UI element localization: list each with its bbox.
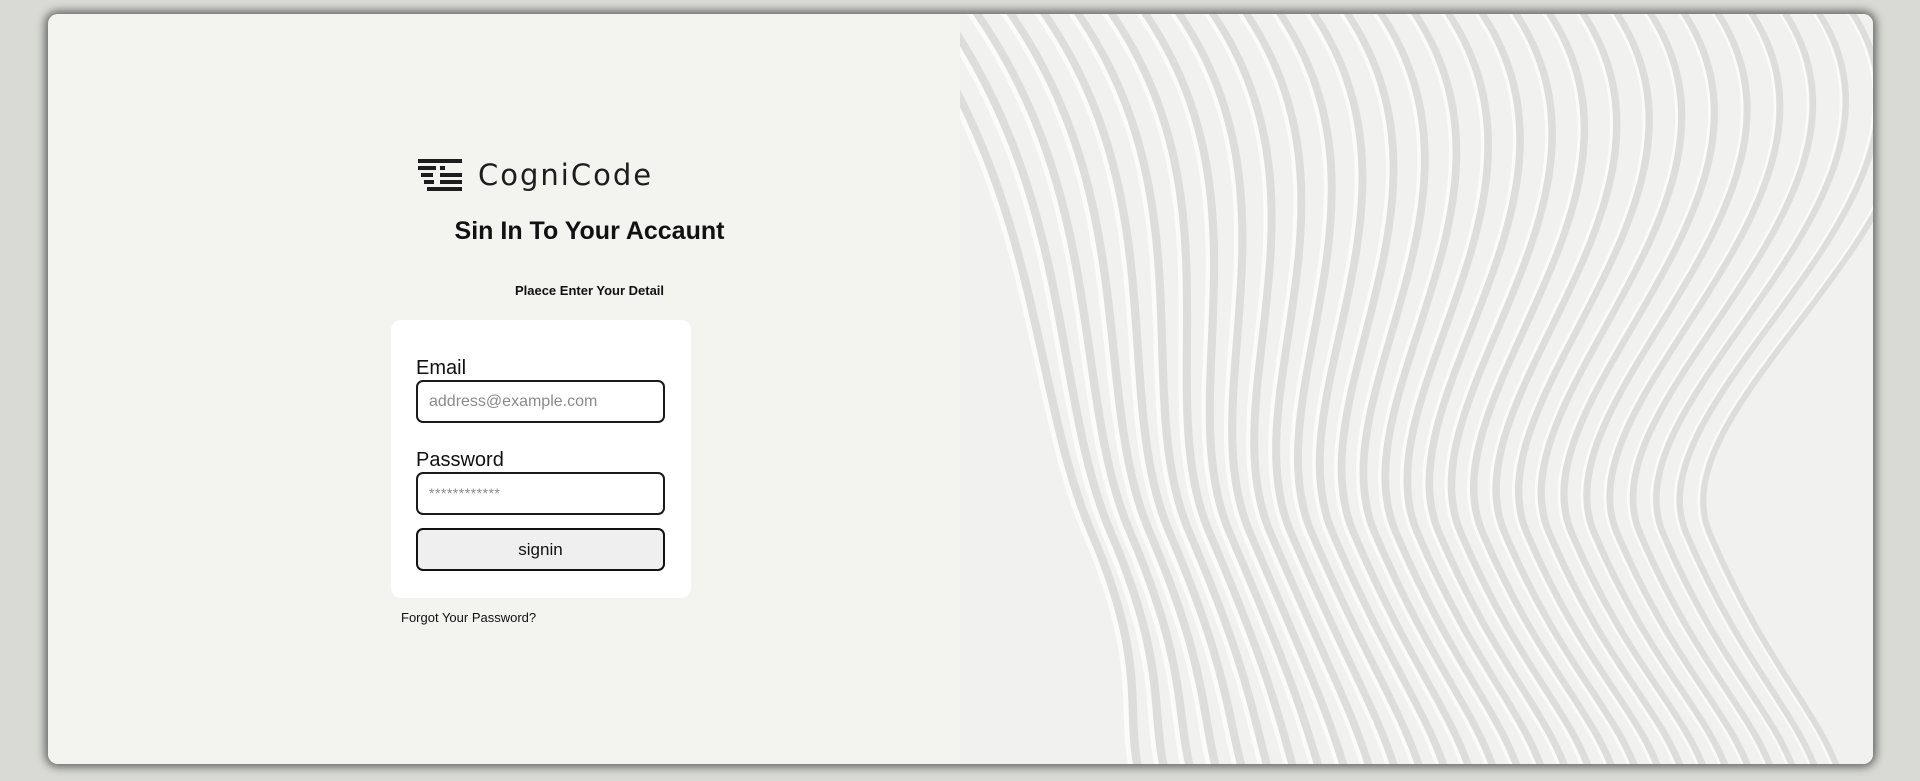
decorative-background-image [960, 14, 1873, 764]
login-panel: CogniCode Sin In To Your Accaunt Plaece … [48, 14, 960, 764]
email-field[interactable] [416, 380, 665, 423]
forgot-password-link[interactable]: Forgot Your Password? [401, 610, 536, 625]
brand-logo: CogniCode [418, 159, 653, 191]
signin-button[interactable]: signin [416, 528, 665, 571]
brand-name: CogniCode [478, 157, 654, 192]
wave-pattern [960, 14, 1873, 764]
email-label: Email [416, 357, 467, 379]
login-form-card: Email Password signin [391, 320, 691, 598]
logo-icon [418, 159, 462, 191]
password-field[interactable] [416, 472, 665, 515]
password-label: Password [416, 449, 504, 471]
app-window: CogniCode Sin In To Your Accaunt Plaece … [48, 14, 1873, 764]
